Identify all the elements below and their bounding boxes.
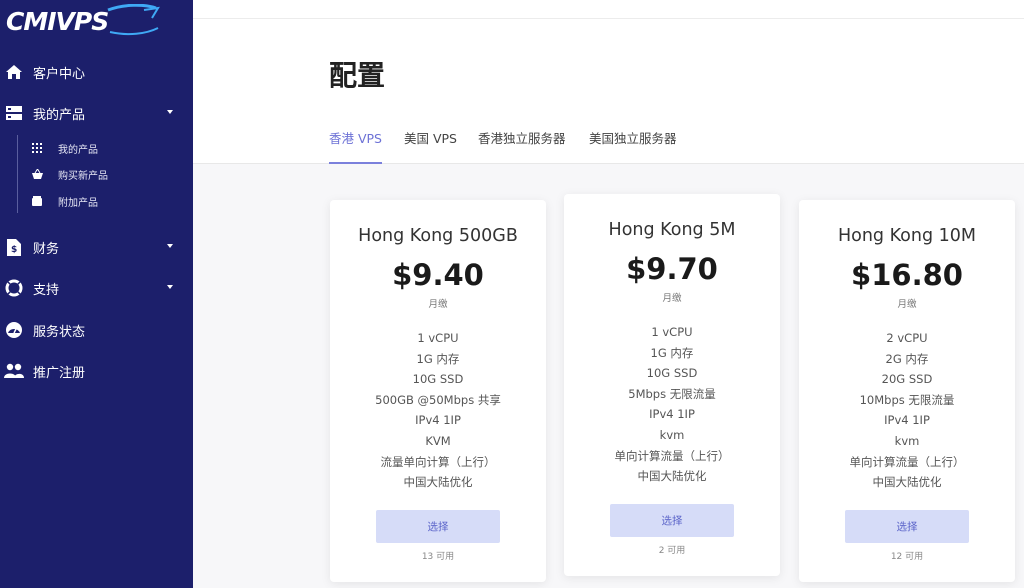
feature-item: 中国大陆优化 [872, 475, 942, 490]
lifebuoy-icon [2, 276, 26, 300]
feature-item: 1G 内存 [416, 351, 460, 366]
feature-list: 2 vCPU 2G 内存 20G SSD 10Mbps 无限流量 IPv4 1I… [799, 328, 1015, 493]
availability-count: 12 可用 [890, 552, 924, 562]
sidebar-item-service-status[interactable]: 服务状态 [0, 315, 193, 345]
feature-item: IPv4 1IP [649, 407, 695, 422]
sidebar-subitem-label: 附加产品 [58, 197, 98, 209]
feature-item: kvm [659, 427, 685, 442]
users-icon [2, 359, 26, 383]
tab-hongkong-dedicated[interactable]: 香港独立服务器 [478, 128, 566, 164]
tab-us-vps[interactable]: 美国 VPS [404, 128, 457, 164]
feature-item: 10Mbps 无限流量 [859, 392, 955, 407]
billing-cycle: 月缴 [897, 299, 917, 310]
basket-icon [31, 168, 43, 180]
sidebar-subitem-label: 我的产品 [58, 144, 98, 156]
brand-logo[interactable]: CMIVPS [4, 4, 160, 36]
feature-item: 1 vCPU [651, 325, 693, 339]
sidebar-item-affiliates[interactable]: 推广注册 [0, 356, 193, 386]
product-name: Hong Kong 10M [837, 226, 977, 246]
chevron-down-icon [167, 244, 173, 248]
sidebar-item-billing[interactable]: $ 财务 [0, 232, 193, 262]
billing-cycle: 月缴 [662, 293, 682, 304]
feature-item: 2 vCPU [886, 331, 928, 345]
svg-text:CMIVPS: CMIVPS [6, 7, 108, 36]
sidebar-subitem-buy-new[interactable]: 购买新产品 [31, 164, 181, 184]
home-icon [2, 60, 26, 84]
feature-item: kvm [894, 433, 920, 448]
gauge-icon [2, 318, 26, 342]
feature-item: 1G 内存 [650, 345, 694, 360]
feature-item: 单向计算流量（上行） [614, 448, 730, 463]
feature-item: IPv4 1IP [884, 413, 930, 428]
sidebar-item-my-products[interactable]: 我的产品 [0, 98, 193, 128]
feature-item: 1 vCPU [417, 331, 459, 345]
chevron-down-icon [167, 110, 173, 114]
sidebar-subitem-label: 购买新产品 [58, 170, 108, 182]
sidebar-item-label: 支持 [33, 282, 60, 298]
product-price: $16.80 [851, 258, 963, 292]
feature-item: 中国大陆优化 [403, 475, 473, 490]
feature-item: 5Mbps 无限流量 [628, 386, 716, 401]
availability-count: 13 可用 [421, 552, 455, 562]
chevron-down-icon [167, 285, 173, 289]
feature-list: 1 vCPU 1G 内存 10G SSD 500GB @50Mbps 共享 IP… [330, 328, 546, 493]
product-name: Hong Kong 500GB [358, 226, 518, 246]
sidebar-item-label: 推广注册 [33, 365, 86, 381]
availability-count: 2 可用 [658, 546, 686, 556]
sidebar-item-client-center[interactable]: 客户中心 [0, 57, 193, 87]
select-button[interactable]: 选择 [845, 510, 969, 543]
product-price: $9.70 [626, 252, 718, 286]
feature-item: IPv4 1IP [415, 413, 461, 428]
feature-item: KVM [425, 433, 451, 448]
tab-hongkong-vps[interactable]: 香港 VPS [329, 128, 382, 164]
product-card: Hong Kong 500GB $9.40 月缴 1 vCPU 1G 内存 10… [330, 200, 546, 582]
invoice-icon: $ [2, 235, 26, 259]
tab-us-dedicated[interactable]: 美国独立服务器 [589, 128, 677, 164]
select-button[interactable]: 选择 [376, 510, 500, 543]
subnav-divider [17, 135, 18, 213]
sidebar-item-label: 我的产品 [33, 107, 86, 123]
feature-list: 1 vCPU 1G 内存 10G SSD 5Mbps 无限流量 IPv4 1IP… [564, 322, 780, 487]
topbar-divider [193, 18, 1024, 19]
sidebar: CMIVPS 客户中心 我的产品 我的产品 购买新产品 附加产品 $ 财务 支持… [0, 0, 193, 588]
feature-item: 2G 内存 [885, 351, 929, 366]
page-title: 配置 [329, 59, 386, 92]
billing-cycle: 月缴 [428, 299, 448, 310]
feature-item: 流量单向计算（上行） [380, 454, 496, 469]
sidebar-subitem-addons[interactable]: 附加产品 [31, 191, 181, 211]
grid-icon [31, 142, 43, 154]
feature-item: 500GB @50Mbps 共享 [375, 392, 501, 407]
feature-item: 单向计算流量（上行） [849, 454, 965, 469]
feature-item: 20G SSD [881, 372, 933, 387]
product-price: $9.40 [392, 258, 484, 292]
product-card: Hong Kong 10M $16.80 月缴 2 vCPU 2G 内存 20G… [799, 200, 1015, 582]
select-button[interactable]: 选择 [610, 504, 734, 537]
sidebar-item-label: 财务 [33, 241, 60, 257]
feature-item: 10G SSD [646, 366, 698, 381]
server-icon [2, 101, 26, 125]
feature-item: 中国大陆优化 [637, 469, 707, 484]
sidebar-item-support[interactable]: 支持 [0, 273, 193, 303]
sidebar-subitem-my-products[interactable]: 我的产品 [31, 138, 181, 158]
box-icon [31, 195, 43, 207]
sidebar-item-label: 客户中心 [33, 66, 86, 82]
feature-item: 10G SSD [412, 372, 464, 387]
product-name: Hong Kong 5M [608, 220, 736, 240]
svg-text:$: $ [11, 245, 17, 255]
sidebar-item-label: 服务状态 [33, 324, 86, 340]
product-card: Hong Kong 5M $9.70 月缴 1 vCPU 1G 内存 10G S… [564, 194, 780, 576]
